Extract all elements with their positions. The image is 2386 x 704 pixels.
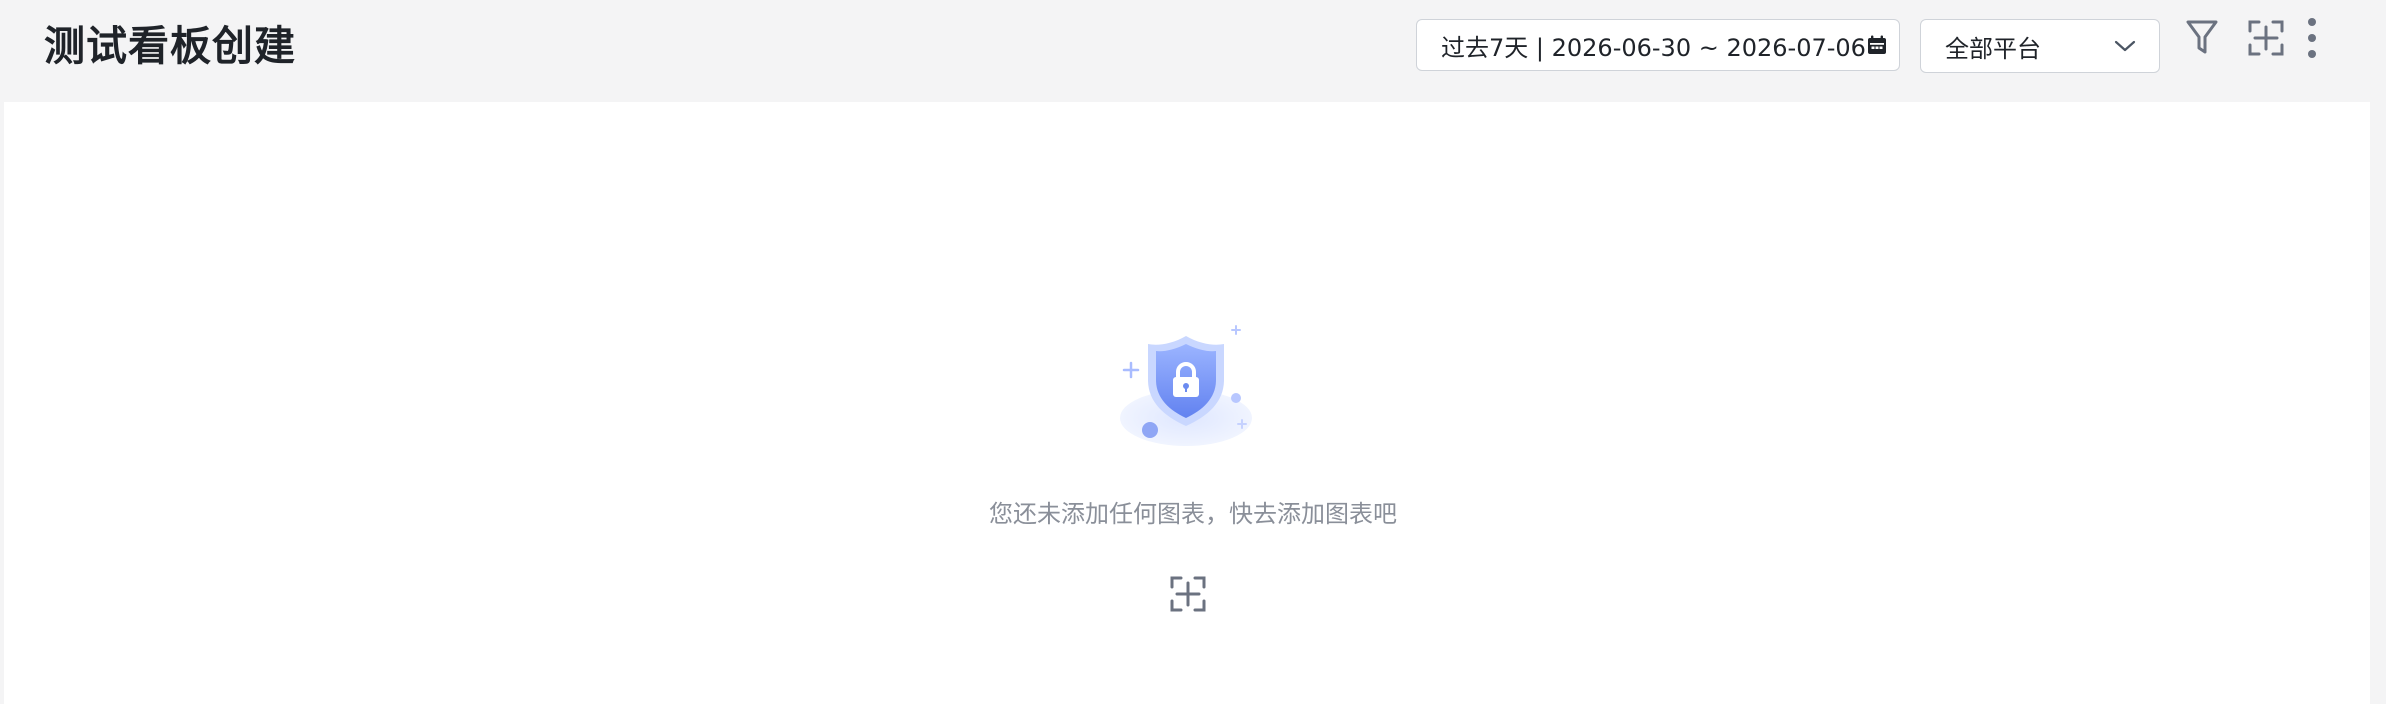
platform-select-value: 全部平台 — [1945, 34, 2041, 63]
add-chart-icon — [1169, 575, 1207, 617]
platform-select[interactable]: 全部平台 — [1920, 19, 2160, 73]
filter-button[interactable] — [2180, 18, 2224, 62]
date-range-picker[interactable]: 过去7天 | 2026-06-30 ~ 2026-07-06 — [1416, 19, 1900, 71]
empty-state-message: 您还未添加任何图表，快去添加图表吧 — [989, 500, 1397, 528]
calendar-icon — [1866, 33, 1888, 57]
more-vertical-icon — [2307, 17, 2317, 63]
more-button[interactable] — [2300, 18, 2324, 62]
date-range-text: 过去7天 | 2026-06-30 ~ 2026-07-06 — [1441, 33, 1866, 62]
chevron-down-icon — [2113, 34, 2137, 58]
add-chart-icon — [2247, 19, 2285, 61]
page-title: 测试看板创建 — [44, 22, 296, 70]
dashboard-header: 测试看板创建 过去7天 | 2026-06-30 ~ 2026-07-06 全部… — [0, 0, 2386, 102]
empty-add-chart-button[interactable] — [1168, 576, 1208, 616]
shield-lock-illustration — [1110, 322, 1260, 452]
add-chart-button[interactable] — [2244, 18, 2288, 62]
filter-icon — [2185, 19, 2219, 61]
